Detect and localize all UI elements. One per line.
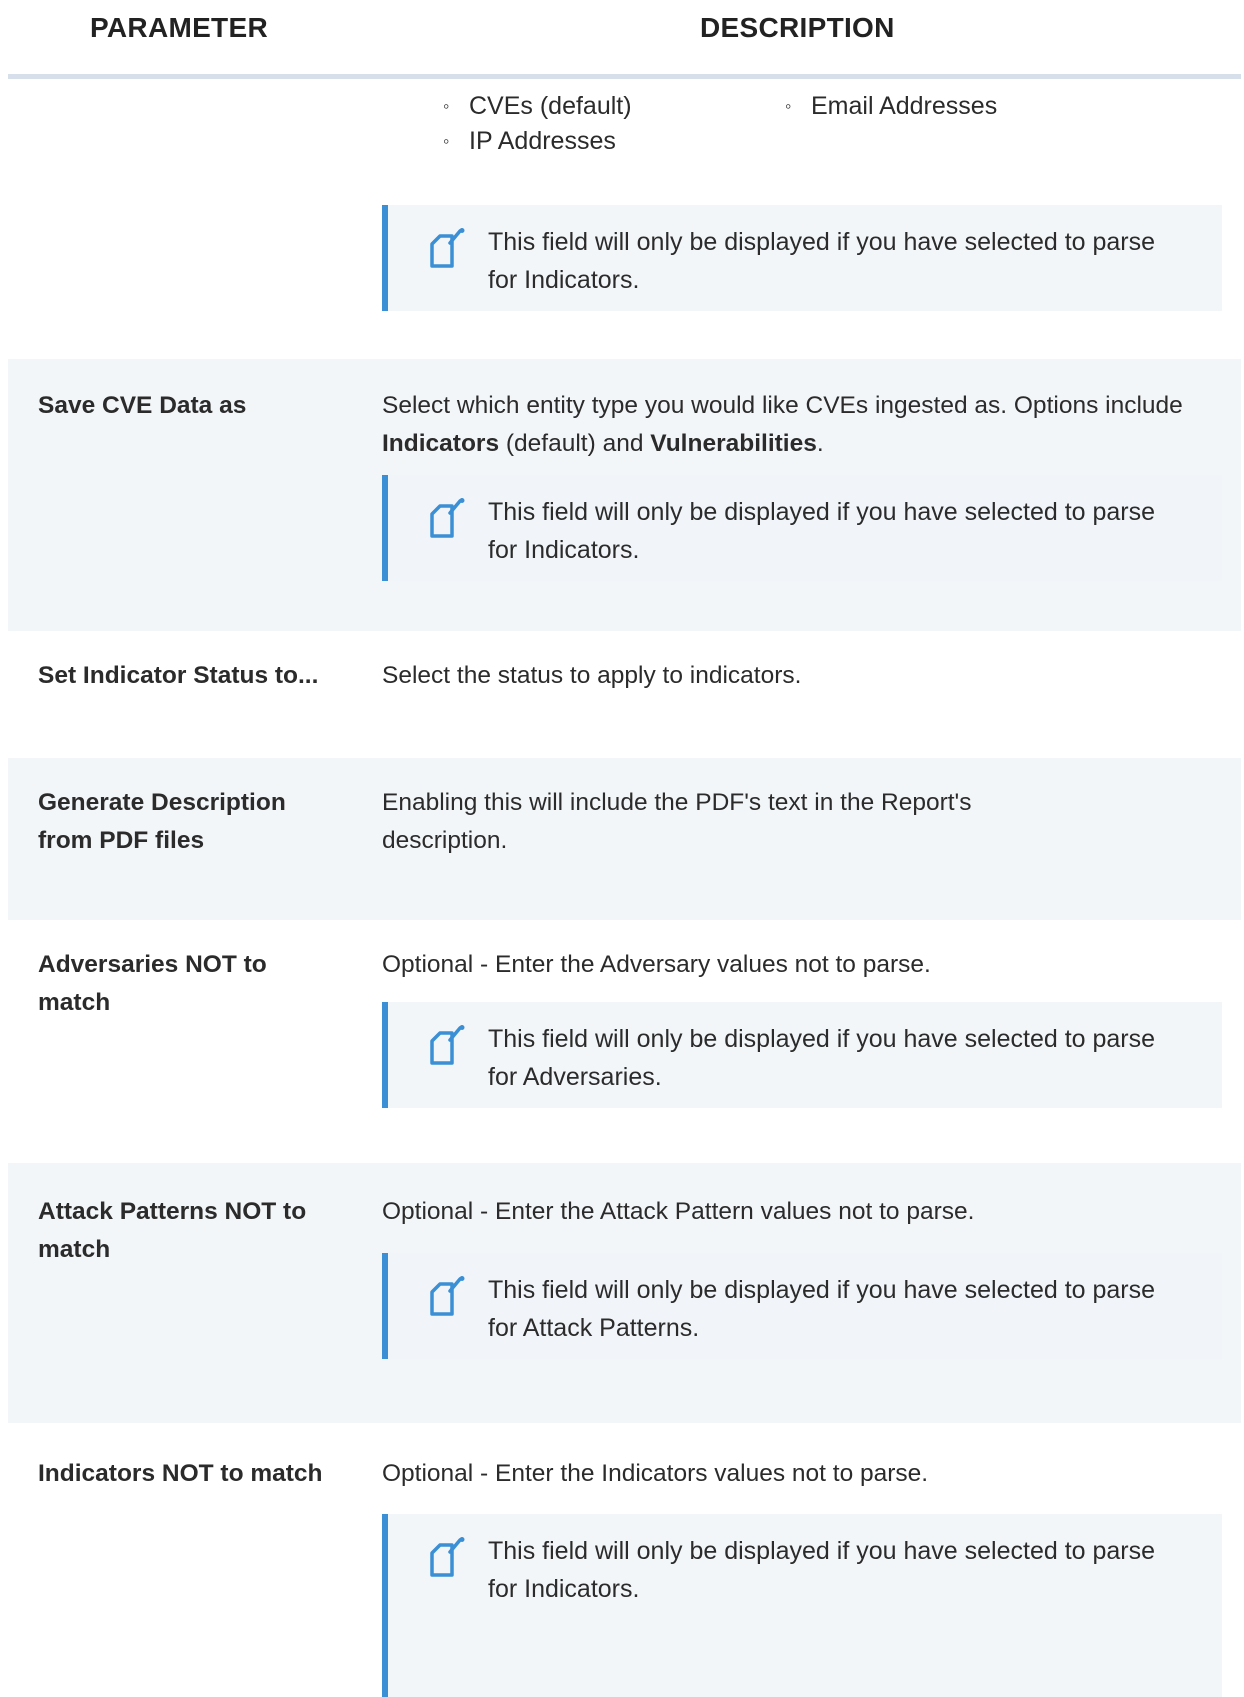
parameter-description: Optional - Enter the Adversary values no… bbox=[382, 951, 931, 978]
note-callout: This field will only be displayed if you… bbox=[382, 1002, 1222, 1108]
table-row: Set Indicator Status to... Select the st… bbox=[8, 631, 1241, 758]
note-pencil-icon bbox=[430, 498, 465, 538]
list-item: ◦ IP Addresses bbox=[443, 122, 616, 160]
bullet-icon: ◦ bbox=[443, 131, 450, 151]
table-row: Save CVE Data as Select which entity typ… bbox=[8, 359, 1241, 631]
table-header: PARAMETER DESCRIPTION bbox=[8, 0, 1241, 79]
column-header-description: DESCRIPTION bbox=[700, 12, 895, 43]
parameters-table: PARAMETER DESCRIPTION ◦ CVEs (default) ◦ E… bbox=[8, 0, 1241, 1697]
note-pencil-icon bbox=[430, 228, 465, 268]
table-row: Attack Patterns NOT to match Optional - … bbox=[8, 1163, 1241, 1423]
parameter-description: Enabling this will include the PDF's tex… bbox=[382, 789, 972, 854]
bullet-icon: ◦ bbox=[443, 96, 450, 116]
parameter-name: Set Indicator Status to... bbox=[38, 662, 319, 689]
list-item: ◦ CVEs (default) bbox=[443, 87, 632, 125]
note-text: This field will only be displayed if you… bbox=[488, 498, 1156, 564]
table-row: Adversaries NOT to match Optional - Ente… bbox=[8, 920, 1241, 1163]
parameter-description: Select which entity type you would like … bbox=[382, 392, 1183, 457]
list-item-label: Email Addresses bbox=[811, 92, 998, 120]
note-callout: This field will only be displayed if you… bbox=[382, 1514, 1222, 1697]
note-pencil-icon bbox=[430, 1276, 465, 1316]
list-item-label: CVEs (default) bbox=[469, 92, 632, 120]
parameter-description: Select the status to apply to indicators… bbox=[382, 662, 802, 689]
column-header-parameter: PARAMETER bbox=[90, 12, 268, 43]
parameter-name: Attack Patterns NOT to match bbox=[38, 1198, 307, 1263]
note-callout: This field will only be displayed if you… bbox=[382, 1253, 1222, 1359]
option-vulnerabilities: Vulnerabilities bbox=[650, 430, 817, 457]
note-text: This field will only be displayed if you… bbox=[488, 1537, 1156, 1603]
table-row: Indicators NOT to match Optional - Enter… bbox=[8, 1423, 1241, 1697]
note-callout: This field will only be displayed if you… bbox=[382, 475, 1222, 581]
parameter-name: Save CVE Data as bbox=[38, 392, 247, 419]
bullet-icon: ◦ bbox=[785, 96, 792, 116]
parameter-description: Optional - Enter the Indicators values n… bbox=[382, 1460, 929, 1487]
list-item-label: IP Addresses bbox=[469, 127, 616, 155]
parameter-description: Optional - Enter the Attack Pattern valu… bbox=[382, 1198, 975, 1225]
note-pencil-icon bbox=[430, 1537, 465, 1577]
table-row: ◦ CVEs (default) ◦ Email Addresses ◦ IP Add… bbox=[8, 79, 1241, 359]
option-indicators: Indicators bbox=[382, 430, 500, 457]
parameter-name: Adversaries NOT to match bbox=[38, 951, 267, 1016]
parameter-name: Generate Description from PDF files bbox=[38, 789, 286, 854]
note-pencil-icon bbox=[430, 1025, 465, 1065]
note-text: This field will only be displayed if you… bbox=[488, 1025, 1156, 1091]
list-item: ◦ Email Addresses bbox=[785, 87, 997, 125]
note-callout: This field will only be displayed if you… bbox=[382, 205, 1222, 311]
note-text: This field will only be displayed if you… bbox=[488, 1276, 1156, 1342]
note-text: This field will only be displayed if you… bbox=[488, 228, 1156, 294]
parameter-name: Indicators NOT to match bbox=[38, 1460, 323, 1487]
table-row: Generate Description from PDF files Enab… bbox=[8, 758, 1241, 920]
